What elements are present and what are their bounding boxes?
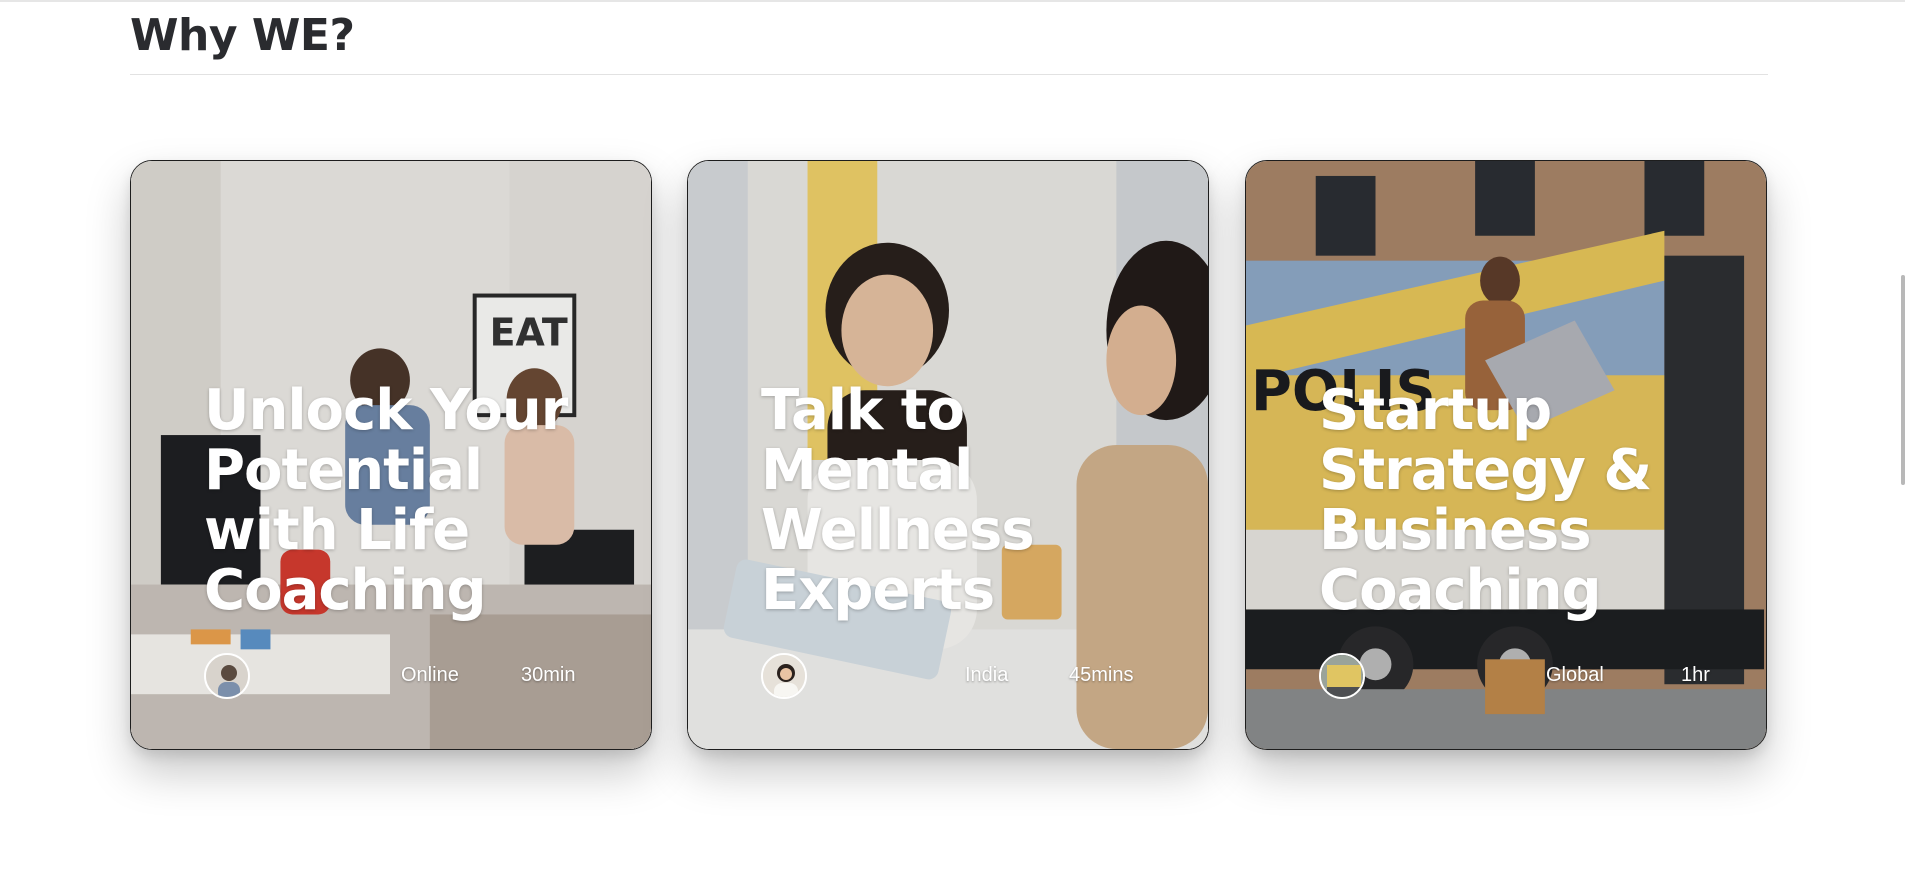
card-avatar	[761, 653, 807, 699]
card-location: Online	[401, 664, 459, 686]
card-duration: 30min	[521, 664, 576, 686]
card-title: Unlock Your Potential with Life Coaching	[204, 378, 568, 623]
heading-divider	[130, 74, 1768, 75]
card-location: Global	[1546, 664, 1604, 686]
card-location: India	[965, 664, 1009, 686]
card-title: Startup Strategy & Business Coaching	[1319, 378, 1652, 623]
page-scrollbar[interactable]	[1901, 275, 1905, 485]
card-duration: 1hr	[1681, 664, 1710, 686]
card-avatar	[1319, 653, 1365, 699]
card-startup-strategy[interactable]: POLIS Startup Strategy & Business Coachi…	[1245, 160, 1767, 750]
card-avatar	[204, 653, 250, 699]
card-life-coaching[interactable]: EAT Unlock Your Potential with Life Coac…	[130, 160, 652, 750]
top-border	[0, 0, 1905, 2]
card-mental-wellness[interactable]: Talk to Mental Wellness Experts India 45…	[687, 160, 1209, 750]
card-duration: 45mins	[1069, 664, 1134, 686]
card-title: Talk to Mental Wellness Experts	[761, 378, 1035, 623]
section-heading: Why WE?	[130, 10, 355, 61]
